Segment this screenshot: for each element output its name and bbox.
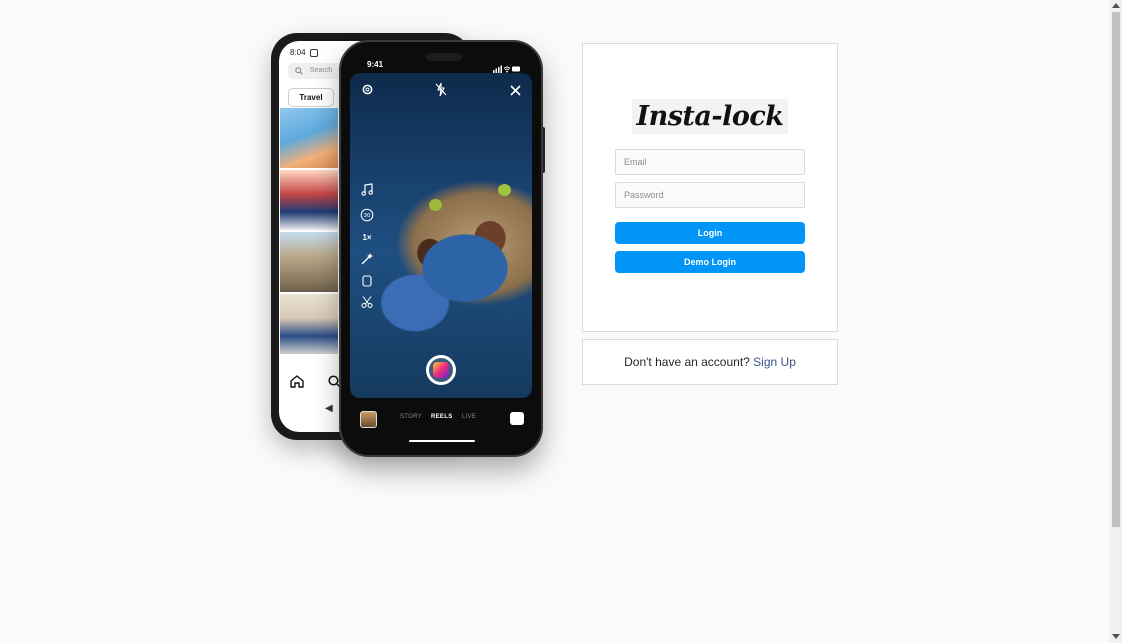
- mode-story: STORY: [400, 414, 422, 420]
- login-button[interactable]: Login: [615, 222, 805, 244]
- mode-live: LIVE: [462, 414, 477, 420]
- effects-icon: [359, 253, 375, 267]
- front-phone-mockup: 9:41 30 1× STORY REELS LIVE: [339, 40, 543, 457]
- align-icon: [359, 275, 375, 289]
- back-phone-search-placeholder: Search: [310, 67, 333, 74]
- email-field[interactable]: [615, 149, 805, 175]
- camera-top-toolbar: [350, 82, 532, 103]
- login-card: Insta-lock Login Demo Login: [582, 43, 838, 332]
- apple-decor: [429, 199, 442, 211]
- signup-prompt: Don't have an account?: [624, 355, 754, 369]
- front-phone-time: 9:41: [367, 60, 384, 69]
- scroll-thumb[interactable]: [1112, 12, 1120, 527]
- scissors-icon: [359, 296, 375, 310]
- music-icon: [359, 183, 375, 198]
- speed-label: 1×: [362, 233, 372, 242]
- flash-off-icon: [435, 82, 447, 101]
- explore-tile: [280, 170, 338, 230]
- scroll-up-arrow-icon[interactable]: [1112, 3, 1120, 8]
- back-phone-time: 8:04: [290, 48, 306, 57]
- signal-wifi-battery-icon: [493, 65, 520, 73]
- back-phone-chip-travel: Travel: [288, 88, 334, 107]
- apple-decor: [498, 184, 511, 196]
- phone-notch: [426, 53, 462, 61]
- home-icon: [290, 375, 304, 388]
- password-field[interactable]: [615, 182, 805, 208]
- signup-card: Don't have an account? Sign Up: [582, 339, 838, 385]
- close-icon: [510, 83, 521, 101]
- flip-camera-icon: [510, 412, 524, 425]
- instagram-icon: [309, 48, 318, 57]
- explore-tile: [280, 232, 338, 292]
- vertical-scrollbar[interactable]: [1110, 0, 1122, 643]
- home-indicator: [409, 440, 475, 442]
- mode-reels: REELS: [431, 414, 453, 420]
- settings-icon: [361, 83, 374, 101]
- timer-icon: 30: [359, 208, 375, 224]
- camera-preview: 30 1×: [350, 73, 532, 398]
- signup-link[interactable]: Sign Up: [753, 355, 796, 369]
- back-nav-triangle-icon: ◀: [325, 403, 333, 414]
- search-icon: [295, 67, 303, 75]
- explore-tile: [280, 108, 338, 168]
- camera-mode-bar: STORY REELS LIVE: [350, 404, 532, 434]
- scroll-down-arrow-icon[interactable]: [1112, 634, 1120, 639]
- back-phone-status-bar: 8:04: [290, 48, 318, 57]
- app-logo: Insta-lock: [583, 99, 837, 134]
- logo-text: Insta-lock: [632, 99, 788, 134]
- reels-shutter-button: [426, 355, 456, 385]
- reels-icon: [433, 362, 449, 378]
- gallery-thumbnail: [360, 411, 377, 428]
- demo-login-button[interactable]: Demo Login: [615, 251, 805, 273]
- explore-tile: [280, 294, 338, 354]
- timer-label: 30: [364, 213, 371, 219]
- page: 8:04 Search Travel ◀ 9:41 30 1× STORY RE…: [0, 0, 1122, 643]
